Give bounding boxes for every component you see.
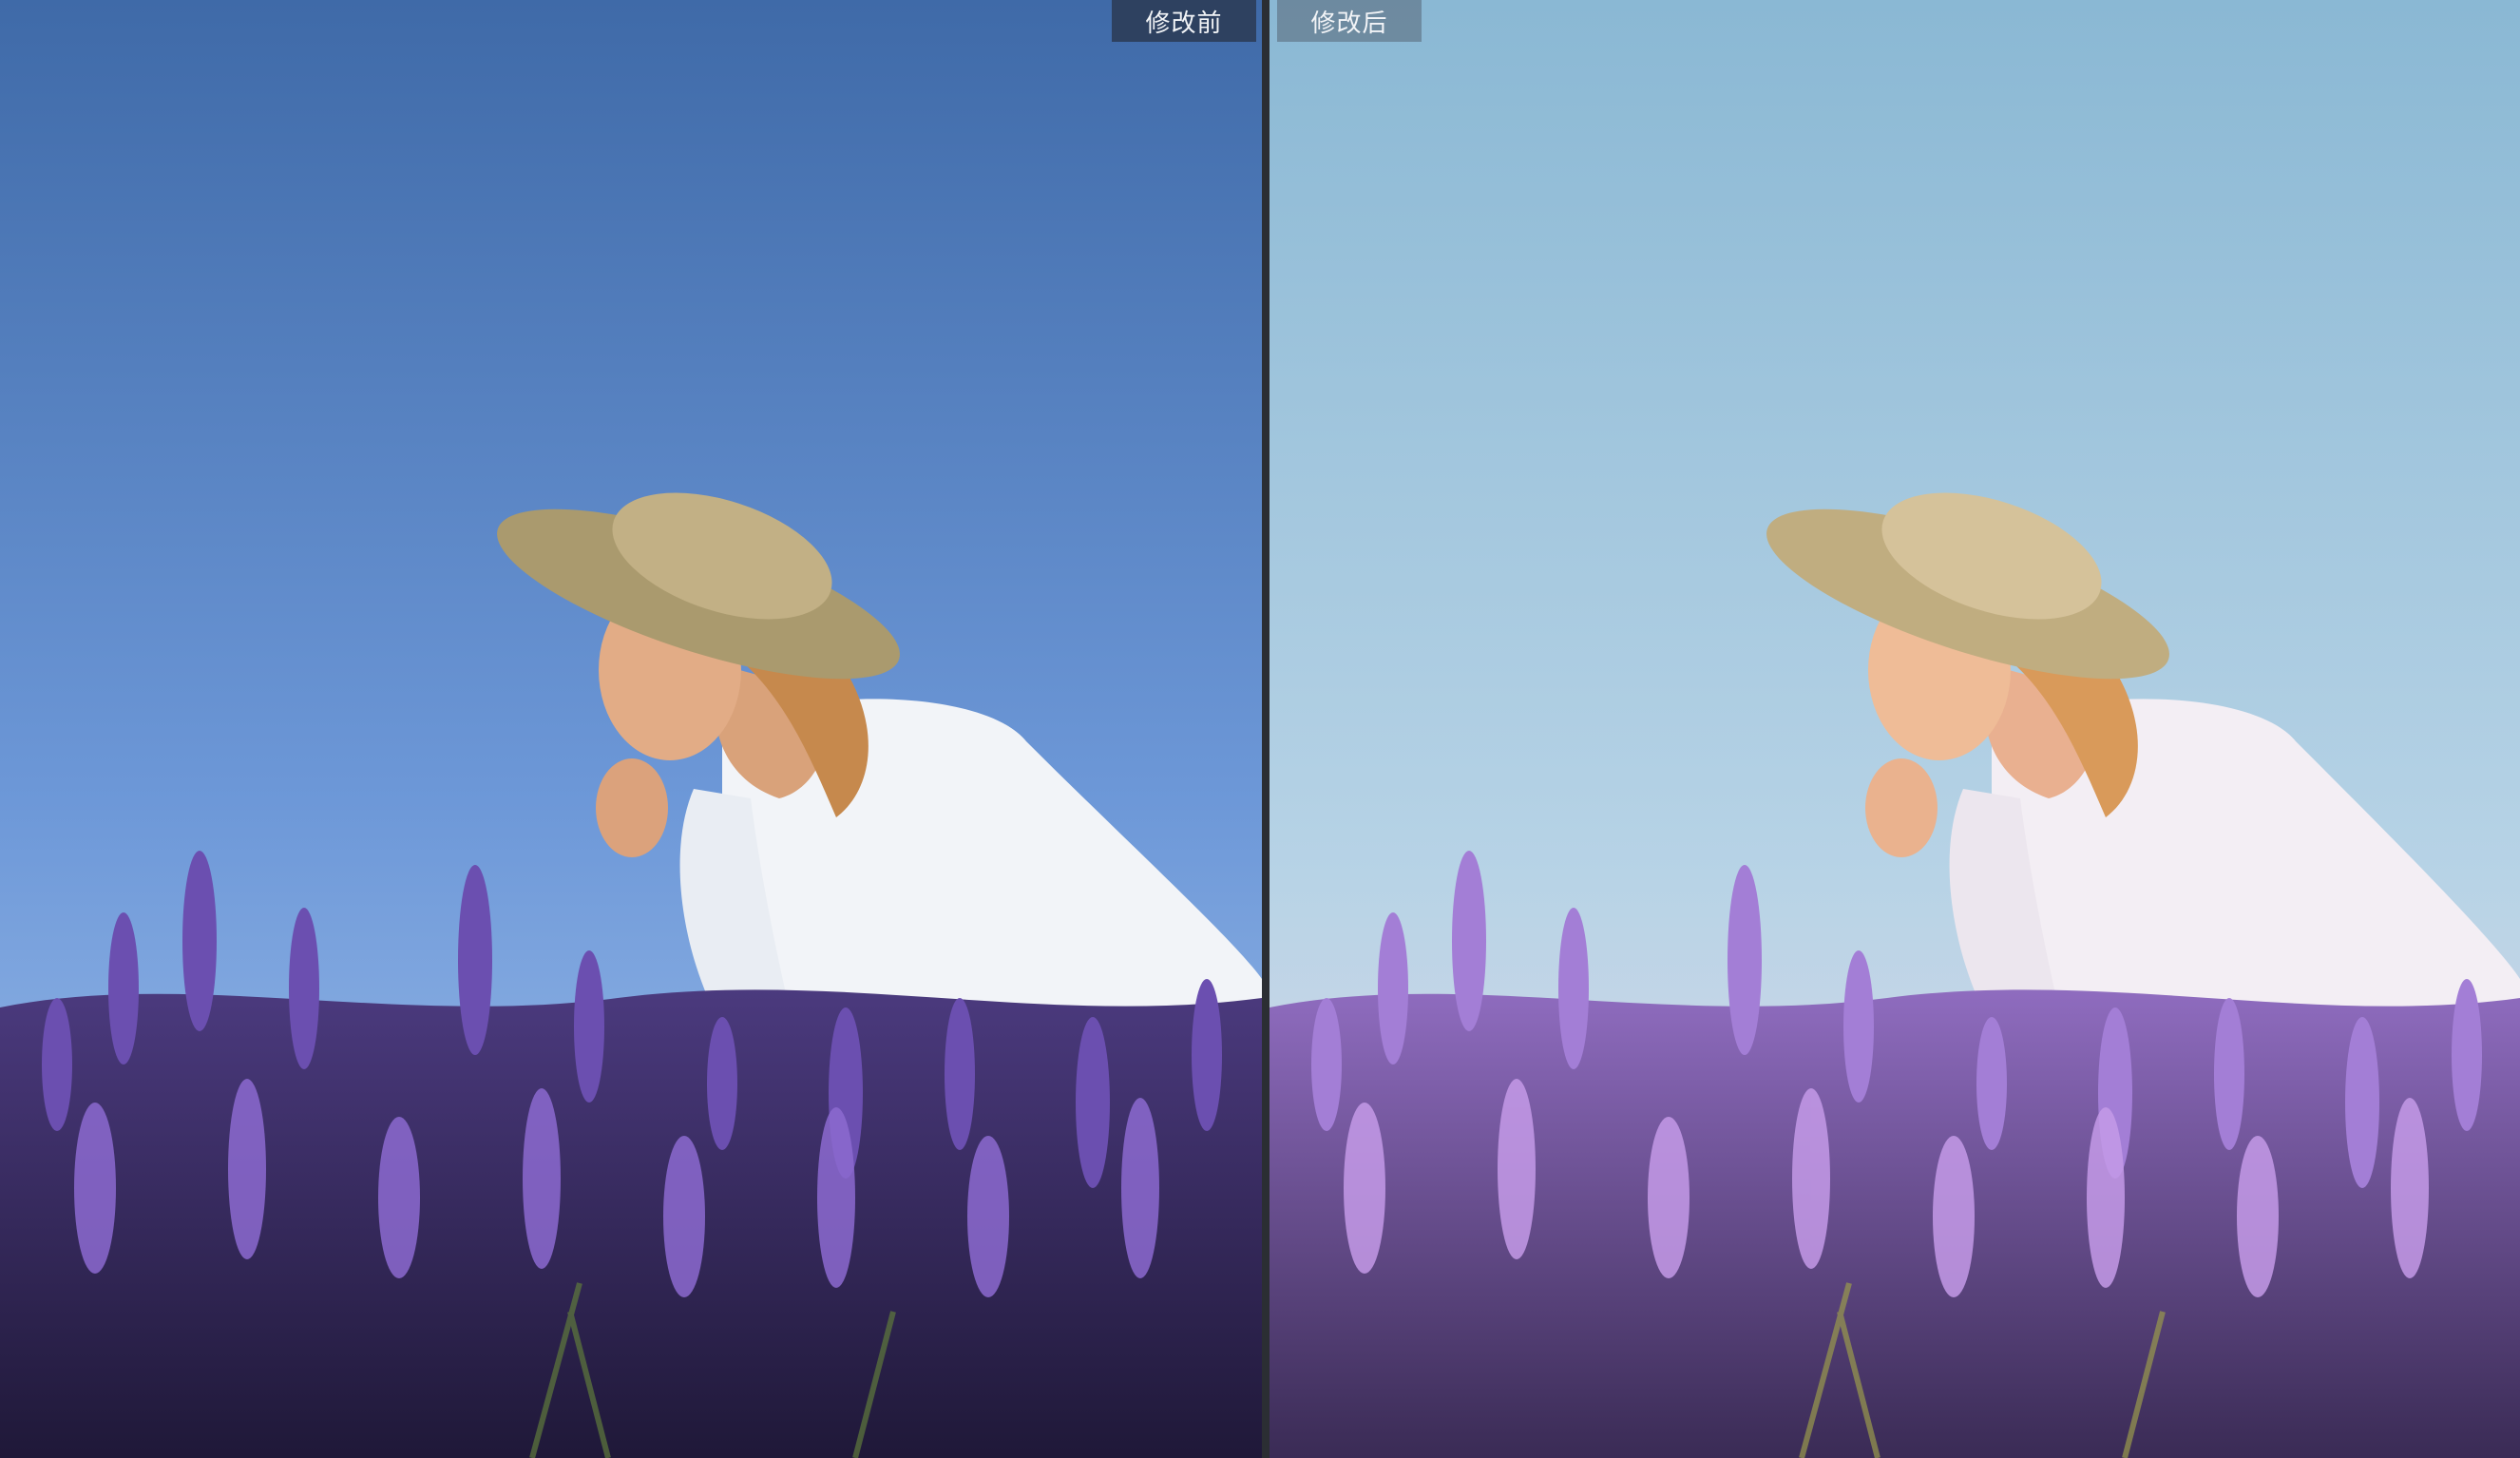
after-image-pane[interactable]: 修改后 (1270, 0, 2520, 1458)
before-label: 修改前 (1112, 0, 1256, 42)
before-after-compare-view: 修改前 修改后 (0, 0, 2520, 1458)
after-label: 修改后 (1277, 0, 1422, 42)
before-photo (0, 0, 1262, 1458)
split-divider[interactable] (1262, 0, 1270, 1458)
before-image-pane[interactable]: 修改前 (0, 0, 1262, 1458)
after-photo (1270, 0, 2520, 1458)
